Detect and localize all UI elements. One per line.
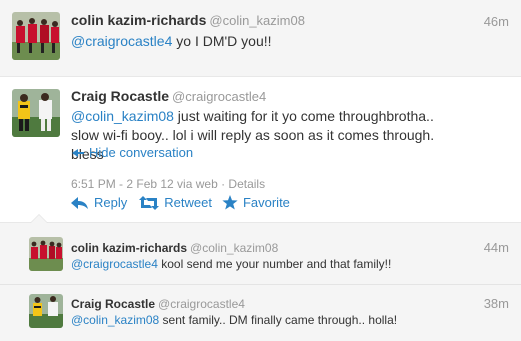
avatar-colin[interactable] xyxy=(12,12,60,60)
reply-text: @colin_kazim08 sent family.. DM finally … xyxy=(71,312,491,329)
reply-time[interactable]: 38m xyxy=(484,296,509,311)
tweet-body: yo I DM'D you!! xyxy=(172,33,272,49)
reply-arrow-icon xyxy=(71,196,88,209)
avatar-colin-small[interactable] xyxy=(29,237,63,271)
author-fullname[interactable]: colin kazim-richards xyxy=(71,241,187,255)
retweet-icon xyxy=(139,195,160,210)
author-username[interactable]: @colin_kazim08 xyxy=(190,241,278,255)
hide-conversation-label: Hide conversation xyxy=(89,145,194,160)
retweet-label: Retweet xyxy=(164,195,212,210)
author-fullname[interactable]: Craig Rocastle xyxy=(71,297,155,311)
tweet-colin-1[interactable]: colin kazim-richards @colin_kazim08 46m @… xyxy=(0,0,521,77)
favorite-star-icon xyxy=(222,195,238,210)
reply-time[interactable]: 44m xyxy=(484,240,509,255)
conversation-caret xyxy=(30,214,48,223)
tweet-header: Craig Rocastle @craigrocastle4 xyxy=(71,88,266,106)
reply-body: sent family.. DM finally came through.. … xyxy=(159,313,398,327)
author-username[interactable]: @colin_kazim08 xyxy=(209,13,305,28)
author-fullname[interactable]: colin kazim-richards xyxy=(71,12,206,28)
tweet-time[interactable]: 46m xyxy=(484,14,509,29)
mention-link[interactable]: @colin_kazim08 xyxy=(71,108,174,124)
reply-button[interactable]: Reply xyxy=(71,195,127,210)
author-username[interactable]: @craigrocastle4 xyxy=(158,297,245,311)
reply-header: colin kazim-richards @colin_kazim08 xyxy=(71,239,278,257)
favorite-button[interactable]: Favorite xyxy=(222,195,290,210)
reply-body: kool send me your number and that family… xyxy=(157,257,392,271)
details-link[interactable]: Details xyxy=(228,177,265,191)
author-username[interactable]: @craigrocastle4 xyxy=(172,89,266,104)
reply-item-craig[interactable]: Craig Rocastle @craigrocastle4 38m @colin… xyxy=(0,285,521,341)
reply-text: @craigrocastle4 kool send me your number… xyxy=(71,256,491,273)
tweet-header: colin kazim-richards @colin_kazim08 xyxy=(71,12,305,30)
tweet-timestamp[interactable]: 6:51 PM - 2 Feb 12 via web xyxy=(71,177,218,191)
avatar-craig-small[interactable] xyxy=(29,294,63,328)
reply-item-colin[interactable]: colin kazim-richards @colin_kazim08 44m @… xyxy=(0,214,521,285)
mention-link[interactable]: @colin_kazim08 xyxy=(71,313,159,327)
expand-arrow-icon xyxy=(72,148,84,157)
meta-separator: · xyxy=(217,177,229,191)
author-fullname[interactable]: Craig Rocastle xyxy=(71,88,169,104)
reply-label: Reply xyxy=(94,195,128,210)
hide-conversation-link[interactable]: Hide conversation xyxy=(71,145,193,160)
retweet-button[interactable]: Retweet xyxy=(139,195,212,210)
mention-link[interactable]: @craigrocastle4 xyxy=(71,33,172,49)
tweet-meta: 6:51 PM - 2 Feb 12 via web · Details xyxy=(71,177,265,191)
reply-header: Craig Rocastle @craigrocastle4 xyxy=(71,295,245,313)
favorite-label: Favorite xyxy=(242,195,290,210)
tweet-actions: Reply Retweet Favorite xyxy=(71,195,300,210)
tweet-text: @craigrocastle4 yo I DM'D you!! xyxy=(71,32,491,51)
avatar-craig[interactable] xyxy=(12,89,60,137)
mention-link[interactable]: @craigrocastle4 xyxy=(71,257,158,271)
tweet-craig-expanded[interactable]: Craig Rocastle @craigrocastle4 @colin_kaz… xyxy=(0,77,521,223)
